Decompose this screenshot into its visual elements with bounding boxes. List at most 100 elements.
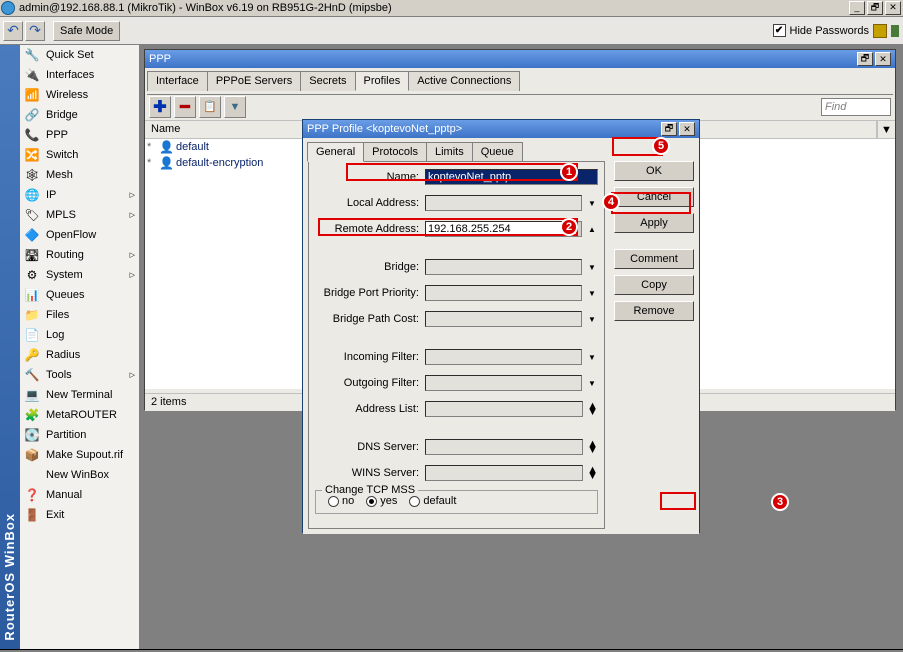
menu-label: Make Supout.rif [46, 449, 123, 461]
sidebar-item-ppp[interactable]: 📞PPP [20, 125, 139, 145]
dialog-buttons: OK Cancel Apply Comment Copy Remove [614, 161, 694, 321]
incoming-filter-expand[interactable] [586, 351, 598, 363]
ok-button[interactable]: OK [614, 161, 694, 181]
undo-button[interactable] [3, 21, 23, 41]
address-list-spinner[interactable]: ▲▼ [587, 403, 598, 415]
bridge-input[interactable] [425, 259, 582, 275]
tab-secrets[interactable]: Secrets [300, 71, 355, 91]
menu-icon: 🛣 [24, 247, 40, 263]
change-tcp-mss-group: Change TCP MSS noyesdefault [315, 490, 598, 514]
sidebar-item-mpls[interactable]: 🏷MPLS▷ [20, 205, 139, 225]
sidebar-item-exit[interactable]: 🚪Exit [20, 505, 139, 525]
sidebar-item-interfaces[interactable]: 🔌Interfaces [20, 65, 139, 85]
minimize-button[interactable]: _ [849, 1, 865, 15]
menu-icon: 🔀 [24, 147, 40, 163]
bridge-port-priority-expand[interactable] [586, 287, 598, 299]
ppp-close-button[interactable]: ✕ [875, 52, 891, 66]
dns-server-input[interactable] [425, 439, 583, 455]
ppp-restore-button[interactable]: 🗗 [857, 52, 873, 66]
sidebar-item-manual[interactable]: ❓Manual [20, 485, 139, 505]
sidebar-item-ip[interactable]: 🌐IP▷ [20, 185, 139, 205]
dialog-tab-protocols[interactable]: Protocols [363, 142, 427, 162]
hide-passwords-label: Hide Passwords [790, 25, 869, 37]
dns-server-spinner[interactable]: ▲▼ [587, 441, 598, 453]
remote-address-input[interactable]: 192.168.255.254 [425, 221, 568, 237]
menu-label: MetaROUTER [46, 409, 117, 421]
sidebar-item-mesh[interactable]: 🕸Mesh [20, 165, 139, 185]
maximize-button[interactable]: 🗗 [867, 1, 883, 15]
sidebar-item-make-supout-rif[interactable]: 📦Make Supout.rif [20, 445, 139, 465]
funnel-icon [230, 101, 241, 113]
address-list-label: Address List: [315, 403, 425, 415]
dialog-tab-general[interactable]: General [307, 142, 364, 162]
radio-icon [409, 496, 420, 507]
tab-pppoe-servers[interactable]: PPPoE Servers [207, 71, 301, 91]
bridge-port-priority-input[interactable] [425, 285, 582, 301]
local-address-input[interactable] [425, 195, 582, 211]
bridge-port-priority-label: Bridge Port Priority: [315, 287, 425, 299]
menu-label: Log [46, 329, 64, 341]
sidebar-item-radius[interactable]: 🔑Radius [20, 345, 139, 365]
remove-button[interactable]: ━ [174, 96, 196, 118]
wins-server-spinner[interactable]: ▲▼ [587, 467, 598, 479]
close-button[interactable]: ✕ [885, 1, 901, 15]
redo-button[interactable] [25, 21, 45, 41]
bridge-path-cost-input[interactable] [425, 311, 582, 327]
radio-default[interactable]: default [409, 495, 456, 507]
incoming-filter-input[interactable] [425, 349, 582, 365]
dialog-titlebar[interactable]: PPP Profile <koptevoNet_pptp> 🗗 ✕ [303, 120, 699, 138]
dialog-tab-queue[interactable]: Queue [472, 142, 523, 162]
outgoing-filter-expand[interactable] [586, 377, 598, 389]
address-list-input[interactable] [425, 401, 583, 417]
sidebar-item-bridge[interactable]: 🔗Bridge [20, 105, 139, 125]
submenu-arrow-icon: ▷ [130, 191, 135, 199]
safe-mode-button[interactable]: Safe Mode [53, 21, 120, 41]
radio-yes[interactable]: yes [366, 495, 397, 507]
copy-button[interactable]: Copy [614, 275, 694, 295]
radio-no[interactable]: no [328, 495, 354, 507]
dialog-restore-button[interactable]: 🗗 [661, 122, 677, 136]
tab-active-connections[interactable]: Active Connections [408, 71, 520, 91]
ppp-titlebar[interactable]: PPP 🗗 ✕ [145, 50, 895, 68]
filter-button[interactable] [224, 96, 246, 118]
sidebar-item-queues[interactable]: 📊Queues [20, 285, 139, 305]
sidebar-item-routing[interactable]: 🛣Routing▷ [20, 245, 139, 265]
sidebar-item-new-winbox[interactable]: New WinBox [20, 465, 139, 485]
brand-strip: RouterOS WinBox [0, 45, 20, 649]
sidebar-item-tools[interactable]: 🔨Tools▷ [20, 365, 139, 385]
sidebar-item-wireless[interactable]: 📶Wireless [20, 85, 139, 105]
ppp-tabs: InterfacePPPoE ServersSecretsProfilesAct… [145, 68, 895, 92]
sidebar-item-quick-set[interactable]: 🔧Quick Set [20, 45, 139, 65]
menu-label: System [46, 269, 83, 281]
remote-address-collapse[interactable] [586, 223, 598, 235]
bridge-expand[interactable] [586, 261, 598, 273]
wins-server-input[interactable] [425, 465, 583, 481]
profile-name: default-encryption [176, 157, 263, 169]
local-address-expand[interactable] [586, 197, 598, 209]
sidebar-item-log[interactable]: 📄 Log [20, 325, 139, 345]
sidebar-item-openflow[interactable]: 🔷OpenFlow [20, 225, 139, 245]
sidebar-item-system[interactable]: ⚙System▷ [20, 265, 139, 285]
comment-button[interactable]: 📋 [199, 96, 221, 118]
comment-button[interactable]: Comment [614, 249, 694, 269]
column-dropdown[interactable]: ▼ [877, 121, 895, 138]
tab-interface[interactable]: Interface [147, 71, 208, 91]
hide-passwords-checkbox[interactable]: ✔ [773, 24, 786, 37]
sidebar-item-new-terminal[interactable]: 💻New Terminal [20, 385, 139, 405]
dialog-tab-limits[interactable]: Limits [426, 142, 473, 162]
find-input[interactable]: Find [821, 98, 891, 116]
window-title: admin@192.168.88.1 (MikroTik) - WinBox v… [19, 2, 847, 14]
menu-icon: 📄 [24, 327, 40, 343]
sidebar-item-metarouter[interactable]: 🧩MetaROUTER [20, 405, 139, 425]
sidebar-item-files[interactable]: 📁Files [20, 305, 139, 325]
sidebar-item-partition[interactable]: 💽Partition [20, 425, 139, 445]
apply-button[interactable]: Apply [614, 213, 694, 233]
sidebar-item-switch[interactable]: 🔀Switch [20, 145, 139, 165]
tab-profiles[interactable]: Profiles [355, 71, 410, 91]
outgoing-filter-input[interactable] [425, 375, 582, 391]
bridge-path-cost-expand[interactable] [586, 313, 598, 325]
cancel-button[interactable]: Cancel [614, 187, 694, 207]
dialog-close-button[interactable]: ✕ [679, 122, 695, 136]
remove-button[interactable]: Remove [614, 301, 694, 321]
add-button[interactable]: ✚ [149, 96, 171, 118]
